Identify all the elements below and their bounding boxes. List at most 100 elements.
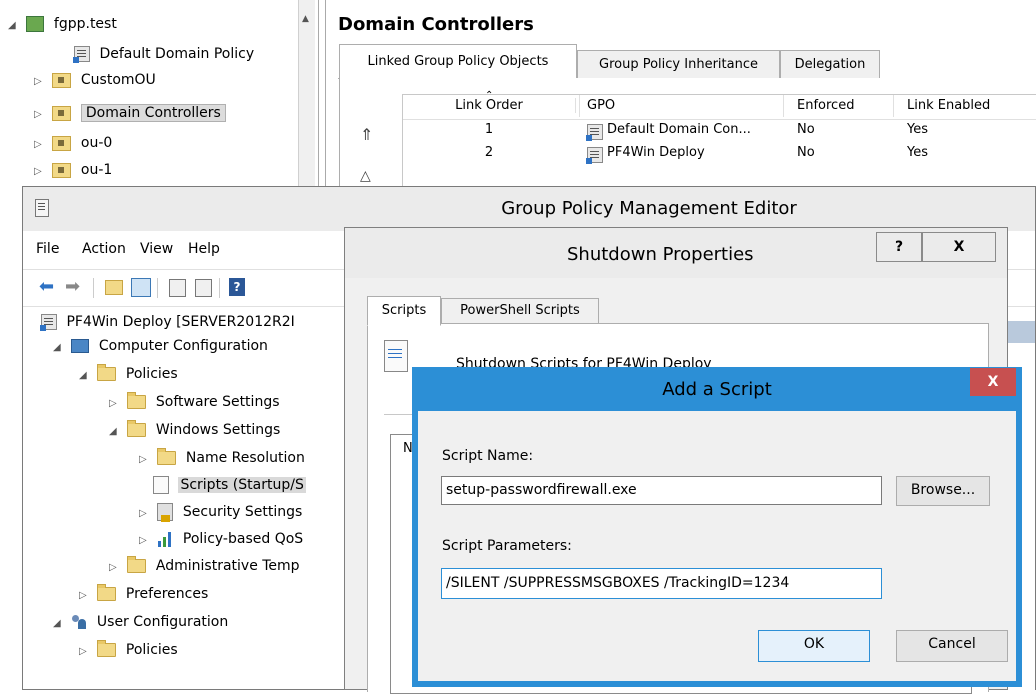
col-divider	[783, 95, 784, 117]
tree-item-gpo-root[interactable]: PF4Win Deploy [SERVER2012R2I	[40, 310, 295, 334]
shutdown-title: Shutdown Properties	[567, 244, 754, 265]
tree-item-scripts[interactable]: Scripts (Startup/S	[153, 473, 306, 497]
script-name-label: Script Name:	[442, 448, 534, 464]
toolbar-separator	[93, 278, 94, 298]
tree-item-domain[interactable]: ◢ fgpp.test	[8, 12, 117, 36]
splitter[interactable]	[318, 0, 326, 186]
gpo-link-icon	[586, 124, 603, 141]
menu-help[interactable]: Help	[188, 241, 220, 257]
collapsed-arrow-icon[interactable]: ▷	[34, 133, 48, 157]
gpo-cell: PF4Win Deploy	[607, 145, 705, 160]
tree-item-windows-settings[interactable]: ◢ Windows Settings	[109, 418, 280, 442]
col-enforced[interactable]: Enforced	[797, 98, 854, 113]
tree-item-ou-1[interactable]: ▷ ou-1	[34, 158, 112, 182]
tree-item-policies[interactable]: ◢ Policies	[79, 362, 178, 386]
col-link-enabled[interactable]: Link Enabled	[907, 98, 990, 113]
tree-item-user-config[interactable]: ◢ User Configuration	[53, 610, 228, 634]
ok-button[interactable]: OK	[758, 630, 870, 662]
show-tree-icon[interactable]	[131, 278, 151, 297]
folder-icon	[97, 640, 117, 657]
collapsed-arrow-icon[interactable]: ▷	[79, 640, 93, 664]
gpmc-window: ◢ fgpp.test Default Domain Policy ▷ Cust…	[0, 0, 1036, 186]
collapsed-arrow-icon[interactable]: ▷	[139, 448, 153, 472]
tree-item-security-settings[interactable]: ▷ Security Settings	[139, 500, 302, 524]
shutdown-titlebar[interactable]: Shutdown Properties ? X	[345, 228, 1007, 278]
table-row[interactable]: 1 Default Domain Con... No Yes	[403, 120, 1036, 142]
collapsed-arrow-icon[interactable]: ▷	[79, 584, 93, 608]
up-folder-icon[interactable]	[105, 280, 123, 295]
back-icon[interactable]: ⬅	[39, 276, 54, 297]
gpo-table: Link Order ⌃ GPO Enforced Link Enabled 1…	[402, 90, 1036, 186]
add-script-dialog: Add a Script X Script Name: setup-passwo…	[412, 367, 1022, 687]
gpme-titlebar[interactable]: Group Policy Management Editor	[23, 187, 1035, 231]
tab-delegation[interactable]: Delegation	[780, 50, 880, 79]
script-params-label: Script Parameters:	[442, 538, 572, 554]
gpmc-tree: ◢ fgpp.test Default Domain Policy ▷ Cust…	[0, 0, 298, 186]
tree-item-admin-templates[interactable]: ▷ Administrative Temp	[109, 554, 300, 578]
tree-item-software-settings[interactable]: ▷ Software Settings	[109, 390, 280, 414]
help-icon[interactable]: ?	[229, 278, 245, 296]
scroll-up-icon[interactable]: ▲	[302, 14, 309, 24]
sort-arrow-icon: ⌃	[485, 90, 494, 101]
shutdown-tab-scripts[interactable]: Scripts	[367, 296, 441, 326]
menu-file[interactable]: File	[36, 241, 59, 257]
tree-item-user-policies[interactable]: ▷ Policies	[79, 638, 178, 662]
tree-item-preferences[interactable]: ▷ Preferences	[79, 582, 208, 606]
tree-item-domain-controllers[interactable]: ▷ Domain Controllers	[34, 101, 226, 125]
forward-icon[interactable]: ➡	[65, 276, 80, 297]
collapsed-arrow-icon[interactable]: ▷	[139, 529, 153, 553]
tree-item-computer-config[interactable]: ◢ Computer Configuration	[53, 334, 268, 358]
add-script-titlebar[interactable]: Add a Script X	[412, 367, 1022, 411]
domain-icon	[26, 16, 45, 32]
expanded-arrow-icon[interactable]: ◢	[8, 14, 22, 38]
expanded-arrow-icon[interactable]: ◢	[53, 612, 67, 636]
expanded-arrow-icon[interactable]: ◢	[53, 336, 67, 360]
collapsed-arrow-icon[interactable]: ▷	[34, 160, 48, 184]
menu-view[interactable]: View	[140, 241, 173, 257]
shutdown-tab-powershell[interactable]: PowerShell Scripts	[441, 298, 599, 324]
link-enabled-cell: Yes	[907, 122, 928, 137]
ou-icon	[52, 105, 72, 121]
tree-item-default-domain-policy[interactable]: Default Domain Policy	[73, 42, 254, 66]
qos-chart-icon	[157, 531, 173, 547]
gpme-tree: PF4Win Deploy [SERVER2012R2I ◢ Computer …	[23, 307, 345, 691]
help-button[interactable]: ?	[876, 232, 922, 262]
script-params-field[interactable]: /SILENT /SUPPRESSMSGBOXES /TrackingID=12…	[441, 568, 882, 599]
add-script-close-button[interactable]: X	[970, 368, 1016, 396]
tree-item-name-resolution[interactable]: ▷ Name Resolution	[139, 446, 305, 470]
tree-item-qos[interactable]: ▷ Policy-based QoS	[139, 527, 303, 551]
browse-button[interactable]: Browse...	[896, 476, 990, 506]
tree-item-ou-0[interactable]: ▷ ou-0	[34, 131, 112, 155]
collapsed-arrow-icon[interactable]: ▷	[34, 103, 48, 127]
tree-scrollbar[interactable]: ▲	[298, 0, 315, 186]
tree-item-customou[interactable]: ▷ CustomOU	[34, 68, 156, 92]
collapsed-arrow-icon[interactable]: ▷	[139, 502, 153, 526]
users-icon	[71, 615, 87, 629]
folder-icon	[157, 448, 177, 465]
move-up-icon[interactable]: △	[360, 168, 371, 184]
close-button[interactable]: X	[922, 232, 996, 262]
move-to-top-icon[interactable]: ⇑	[360, 125, 373, 144]
col-gpo[interactable]: GPO	[587, 98, 615, 113]
tab-gp-inheritance[interactable]: Group Policy Inheritance	[577, 50, 780, 79]
export-list-icon[interactable]	[195, 279, 212, 297]
cancel-button[interactable]: Cancel	[896, 630, 1008, 662]
gpo-link-icon	[73, 46, 90, 63]
ou-icon	[52, 162, 72, 178]
gpo-icon	[40, 314, 57, 331]
expanded-arrow-icon[interactable]: ◢	[79, 364, 93, 388]
table-row[interactable]: 2 PF4Win Deploy No Yes	[403, 143, 1036, 165]
gpo-link-icon	[586, 147, 603, 164]
tab-linked-gpos[interactable]: Linked Group Policy Objects	[339, 44, 577, 80]
properties-icon[interactable]	[169, 279, 186, 297]
collapsed-arrow-icon[interactable]: ▷	[109, 556, 123, 580]
collapsed-arrow-icon[interactable]: ▷	[109, 392, 123, 416]
toolbar-separator	[157, 278, 158, 298]
link-order-cell: 1	[484, 122, 494, 137]
menu-action[interactable]: Action	[82, 241, 126, 257]
add-script-body: Script Name: setup-passwordfirewall.exe …	[418, 411, 1016, 681]
gpo-cell: Default Domain Con...	[607, 122, 751, 137]
collapsed-arrow-icon[interactable]: ▷	[34, 70, 48, 94]
script-name-field[interactable]: setup-passwordfirewall.exe	[441, 476, 882, 505]
expanded-arrow-icon[interactable]: ◢	[109, 420, 123, 444]
